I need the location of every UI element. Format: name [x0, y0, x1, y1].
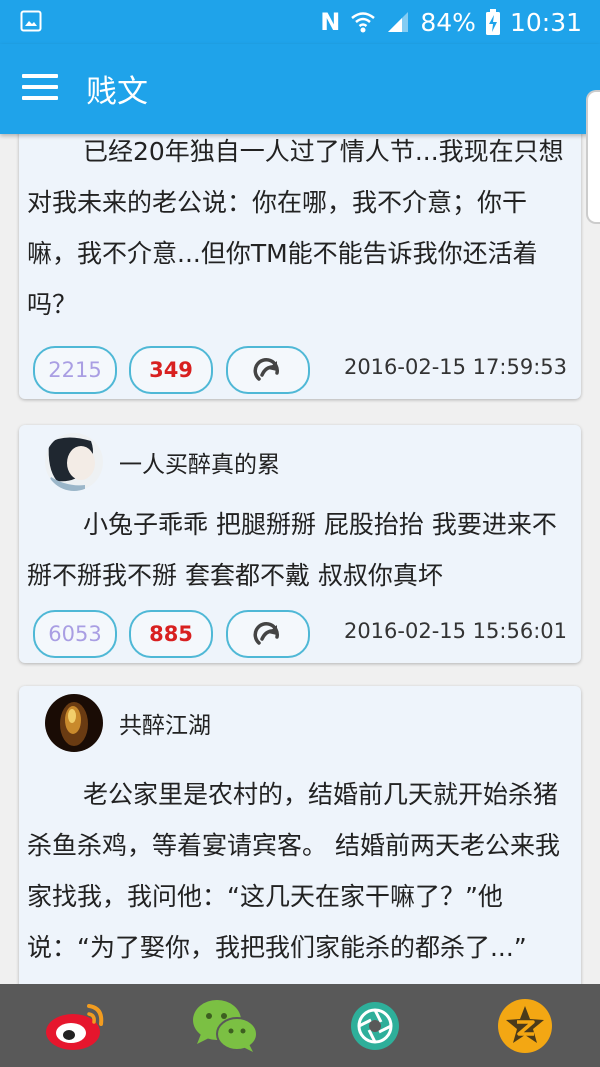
- author-name: 一人买醉真的累: [119, 452, 280, 478]
- menu-icon-line: [22, 96, 58, 100]
- page-title: 贱文: [86, 74, 148, 110]
- avatar[interactable]: [45, 433, 103, 491]
- weibo-icon: [46, 1003, 104, 1050]
- battery-charging-icon: [485, 9, 500, 35]
- avatar-image: [45, 433, 103, 491]
- drawer-handle[interactable]: [586, 90, 600, 224]
- share-qzone-button[interactable]: [450, 984, 600, 1067]
- qzone-icon: [498, 998, 552, 1053]
- gallery-notification-icon: [20, 10, 42, 32]
- post-content: 已经20年独自一人过了情人节...我现在只想对我未来的老公说：你在哪，我不介意；…: [27, 137, 564, 319]
- like-button[interactable]: 2215: [33, 346, 117, 394]
- avatar[interactable]: [45, 694, 103, 752]
- share-icon: [253, 357, 279, 381]
- share-button[interactable]: [226, 346, 310, 394]
- dislike-button[interactable]: 349: [129, 346, 213, 394]
- share-moments-button[interactable]: [300, 984, 450, 1067]
- menu-icon: [22, 74, 58, 78]
- author-name: 共醉江湖: [119, 713, 211, 739]
- app-bar: 贱文: [0, 44, 600, 134]
- battery-percent: 84%: [420, 7, 476, 37]
- post-card[interactable]: 共醉江湖 老公家里是农村的，结婚前几天就开始杀猪杀鱼杀鸡，等着宴请宾客。 结婚前…: [19, 686, 581, 984]
- post-author[interactable]: 一人买醉真的累: [45, 433, 280, 491]
- post-content: 小兔子乖乖 把腿掰掰 屁股抬抬 我要进来不掰不掰我不掰 套套都不戴 叔叔你真坏: [27, 510, 557, 590]
- menu-icon-line: [22, 85, 58, 89]
- status-bar: N 84% 10:31: [0, 0, 600, 44]
- wechat-icon: [193, 999, 258, 1052]
- share-bar: [0, 984, 600, 1067]
- post-time: 2016-02-15 17:59:53: [343, 355, 567, 379]
- like-count: 6053: [48, 622, 102, 646]
- nfc-icon: N: [320, 8, 341, 36]
- avatar-image: [45, 694, 103, 752]
- post-card[interactable]: 已经20年独自一人过了情人节...我现在只想对我未来的老公说：你在哪，我不介意；…: [19, 134, 581, 399]
- moments-icon: [351, 1001, 399, 1050]
- share-icon: [253, 621, 279, 645]
- dislike-count: 349: [149, 358, 193, 382]
- signal-icon: [388, 12, 409, 32]
- post-actions: 2215 349 2016-02-15 17:59:53: [33, 346, 567, 394]
- menu-button[interactable]: [22, 74, 58, 104]
- post-actions: 6053 885 2016-02-15 15:56:01: [33, 610, 567, 658]
- like-button[interactable]: 6053: [33, 610, 117, 658]
- share-wechat-button[interactable]: [150, 984, 300, 1067]
- dislike-button[interactable]: 885: [129, 610, 213, 658]
- dislike-count: 885: [149, 622, 193, 646]
- post-card[interactable]: 一人买醉真的累 小兔子乖乖 把腿掰掰 屁股抬抬 我要进来不掰不掰我不掰 套套都不…: [19, 425, 581, 663]
- feed-list[interactable]: 已经20年独自一人过了情人节...我现在只想对我未来的老公说：你在哪，我不介意；…: [0, 134, 600, 984]
- post-content: 老公家里是农村的，结婚前几天就开始杀猪杀鱼杀鸡，等着宴请宾客。 结婚前两天老公来…: [27, 780, 560, 962]
- share-button[interactable]: [226, 610, 310, 658]
- post-author[interactable]: 共醉江湖: [45, 694, 211, 752]
- wifi-icon: [351, 12, 376, 33]
- share-weibo-button[interactable]: [0, 984, 150, 1067]
- like-count: 2215: [48, 358, 102, 382]
- clock: 10:31: [509, 7, 582, 37]
- post-time: 2016-02-15 15:56:01: [343, 619, 567, 643]
